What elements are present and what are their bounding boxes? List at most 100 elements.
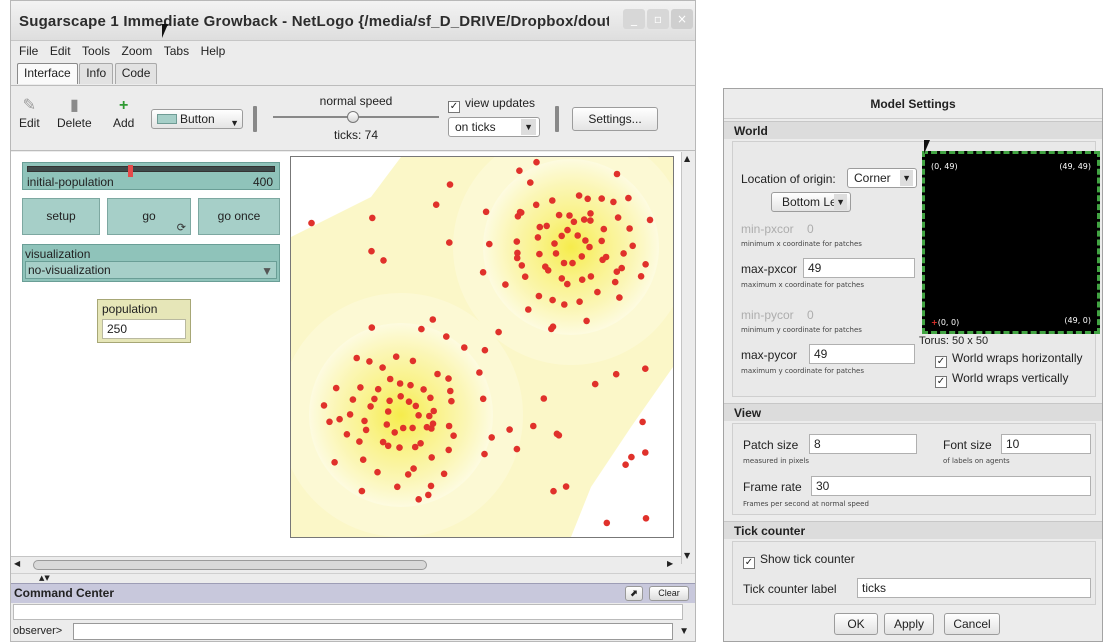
corner-label-bottom-right: (49, 0) [1064, 316, 1091, 325]
view-updates-checkbox[interactable]: ✓ view updates [448, 96, 535, 113]
menu-help[interactable]: Help [201, 41, 226, 61]
agent-dot [578, 276, 586, 283]
max-pycor-field[interactable]: 49 [809, 344, 915, 364]
slider-thumb[interactable] [128, 165, 133, 177]
update-mode-select[interactable]: on ticks ▼ [448, 117, 540, 137]
tab-info[interactable]: Info [79, 63, 114, 84]
origin-value: Corner [854, 171, 891, 185]
agent-dot [394, 483, 401, 491]
agent-dot [622, 461, 629, 469]
agent-dot [570, 218, 578, 226]
agent-dot [332, 384, 340, 392]
speed-slider-thumb[interactable] [347, 111, 359, 123]
go-button[interactable]: go ⟳ [107, 198, 191, 235]
agent-dot [425, 491, 432, 499]
agent-dot [405, 398, 413, 405]
menu-edit[interactable]: Edit [50, 41, 71, 61]
agent-dot [410, 465, 417, 472]
add-button[interactable]: + Add [113, 96, 134, 130]
patch-size-hint: measured in pixels [743, 457, 810, 465]
chevron-down-icon: ▼ [521, 119, 536, 135]
tick-section: ✓ Show tick counter Tick counter label ti… [732, 541, 1096, 605]
agent-dot [551, 240, 558, 247]
tab-code[interactable]: Code [114, 63, 158, 84]
clear-button[interactable]: Clear [649, 586, 689, 601]
wrap-horizontal-checkbox[interactable]: ✓ World wraps horizontally [935, 351, 1083, 368]
patch-size-field[interactable]: 8 [809, 434, 917, 454]
agent-dot [583, 317, 590, 325]
agent-dot [409, 424, 416, 432]
command-input[interactable] [73, 623, 673, 640]
delete-button[interactable]: ▮ Delete [57, 96, 92, 130]
font-size-field[interactable]: 10 [1001, 434, 1091, 454]
tab-interface[interactable]: Interface [17, 63, 78, 84]
close-button[interactable]: × [671, 9, 693, 29]
widget-type-value: Button [180, 112, 215, 126]
menu-file[interactable]: File [19, 41, 38, 61]
frame-rate-field[interactable]: 30 [811, 476, 1091, 496]
agent-dot [576, 298, 583, 305]
initial-population-slider[interactable]: initial-population 400 [22, 162, 280, 190]
agent-dot [486, 240, 493, 248]
scroll-right-icon[interactable]: ▶ [667, 559, 673, 568]
show-tick-counter-checkbox[interactable]: ✓ Show tick counter [743, 552, 855, 569]
agent-dot [574, 232, 581, 239]
horizontal-scroll-thumb[interactable] [33, 560, 427, 570]
agent-dot [591, 380, 599, 388]
speed-slider[interactable] [273, 111, 439, 123]
agent-dot [586, 243, 593, 251]
minimize-button[interactable]: _ [623, 9, 645, 29]
cancel-button[interactable]: Cancel [944, 613, 1000, 635]
corner-select[interactable]: Bottom Left ▼ [771, 192, 851, 212]
go-once-button[interactable]: go once [198, 198, 280, 235]
popout-icon[interactable]: ⬈ [625, 586, 643, 601]
chooser-select[interactable]: no-visualization ▼ [25, 261, 277, 279]
ok-button[interactable]: OK [834, 613, 878, 635]
max-pxcor-field[interactable]: 49 [803, 258, 915, 278]
chevron-down-icon: ▼ [834, 194, 847, 210]
vertical-scrollbar[interactable]: ▲ ▼ [681, 152, 695, 564]
setup-button[interactable]: setup [22, 198, 100, 235]
agent-dot [613, 268, 621, 275]
agent-type-selector[interactable]: observer> [11, 625, 62, 637]
command-output[interactable] [13, 604, 683, 620]
scroll-down-icon[interactable]: ▼ [684, 551, 690, 560]
mouse-cursor-icon [924, 140, 936, 154]
check-icon: ✓ [448, 101, 460, 113]
agent-dot [379, 438, 387, 446]
world-view[interactable] [279, 129, 689, 538]
apply-button[interactable]: Apply [884, 613, 934, 635]
agent-dot [353, 354, 360, 362]
agent-dot [542, 263, 549, 270]
agent-dot [361, 417, 368, 425]
scroll-left-icon[interactable]: ◀ [14, 559, 20, 568]
agent-dot [562, 483, 570, 490]
agent-dot [418, 325, 425, 333]
widget-type-select[interactable]: Button ▼ [151, 109, 243, 129]
check-icon: ✓ [743, 557, 755, 569]
title-bar: Sugarscape 1 Immediate Growback - NetLog… [11, 1, 695, 41]
agent-dot [331, 459, 338, 466]
wrap-vertical-checkbox[interactable]: ✓ World wraps vertically [935, 371, 1068, 388]
agent-dot [582, 237, 589, 244]
agent-dot [530, 422, 537, 430]
settings-button[interactable]: Settings... [572, 107, 658, 131]
origin-select[interactable]: Corner ▼ [847, 168, 917, 188]
update-mode-value: on ticks [455, 120, 496, 134]
menu-tools[interactable]: Tools [82, 41, 110, 61]
agent-dot [603, 519, 611, 527]
split-pane-divider[interactable]: ▲▼ [11, 573, 695, 582]
tick-counter-label-field[interactable]: ticks [857, 578, 1091, 598]
edit-button[interactable]: ✎ Edit [19, 96, 40, 130]
visualization-chooser[interactable]: visualization no-visualization ▼ [22, 244, 280, 282]
view-section: Patch size 8 measured in pixels Font siz… [732, 423, 1096, 515]
slider-track[interactable] [27, 165, 275, 177]
scroll-up-icon[interactable]: ▲ [684, 154, 690, 163]
menu-zoom[interactable]: Zoom [122, 41, 153, 61]
history-dropdown-icon[interactable]: ▼ [679, 622, 689, 641]
menu-tabs[interactable]: Tabs [164, 41, 189, 61]
maximize-button[interactable]: ▫ [647, 9, 669, 29]
agent-dot [506, 426, 513, 433]
horizontal-scrollbar[interactable]: ◀ ▶ [11, 556, 681, 572]
agent-dot [555, 211, 563, 219]
